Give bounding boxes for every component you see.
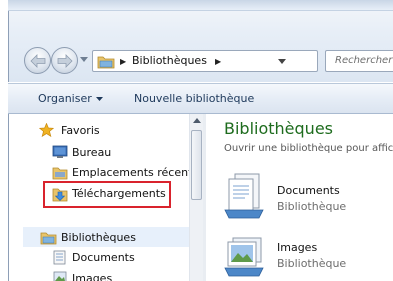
scrollbar-thumb[interactable] <box>191 130 202 200</box>
address-bar[interactable]: ▶ Bibliothèques ▶ <box>92 50 390 72</box>
library-images-kind: Bibliothèque <box>277 257 347 270</box>
page-subtitle: Ouvrir une bibliothèque pour afficher vo… <box>224 143 393 154</box>
library-images-name[interactable]: Images <box>277 241 317 254</box>
nav-images[interactable]: Images <box>72 272 112 281</box>
library-documents-kind: Bibliothèque <box>277 200 347 213</box>
images-icon <box>53 271 67 281</box>
recent-pages-dropdown-icon[interactable] <box>80 57 88 62</box>
recent-places-icon <box>52 167 68 180</box>
favorites-star-icon <box>39 123 54 137</box>
nav-documents[interactable]: Documents <box>72 251 135 264</box>
nav-desktop[interactable]: Bureau <box>72 146 111 159</box>
breadcrumb-arrow-icon[interactable]: ▶ <box>215 57 221 66</box>
search-input[interactable]: Rechercher <box>325 50 393 72</box>
organize-button[interactable]: Organiser <box>38 92 92 105</box>
documents-library-icon[interactable] <box>223 172 265 220</box>
images-library-icon[interactable] <box>223 236 265 278</box>
window-title-bar <box>8 0 393 11</box>
downloads-highlight-box <box>43 181 171 208</box>
navigation-scrollbar[interactable] <box>189 114 204 281</box>
nav-libraries[interactable]: Bibliothèques <box>61 231 136 244</box>
chevron-down-icon[interactable] <box>96 97 103 101</box>
nav-favorites[interactable]: Favoris <box>61 124 100 137</box>
scroll-up-icon[interactable] <box>193 118 201 123</box>
forward-button[interactable] <box>51 47 78 74</box>
libraries-icon <box>40 232 57 245</box>
documents-icon <box>53 250 66 265</box>
page-title: Bibliothèques <box>224 119 333 138</box>
explorer-window: ▶ Bibliothèques ▶ Rechercher Organiser N… <box>0 0 393 281</box>
nav-recent-places[interactable]: Emplacements récents <box>72 166 198 179</box>
library-documents-name[interactable]: Documents <box>277 184 340 197</box>
breadcrumb-arrow-icon[interactable]: ▶ <box>120 57 126 66</box>
back-arrow-icon <box>30 54 46 68</box>
desktop-icon <box>52 145 68 158</box>
libraries-folder-icon <box>97 56 115 69</box>
forward-arrow-icon <box>57 54 73 68</box>
address-dropdown-icon[interactable] <box>278 59 286 64</box>
new-library-button[interactable]: Nouvelle bibliothèque <box>134 92 254 105</box>
command-bar: Organiser Nouvelle bibliothèque <box>8 83 393 114</box>
breadcrumb-libraries[interactable]: Bibliothèques <box>132 54 207 67</box>
back-button[interactable] <box>24 47 51 74</box>
search-placeholder: Rechercher <box>335 55 393 66</box>
